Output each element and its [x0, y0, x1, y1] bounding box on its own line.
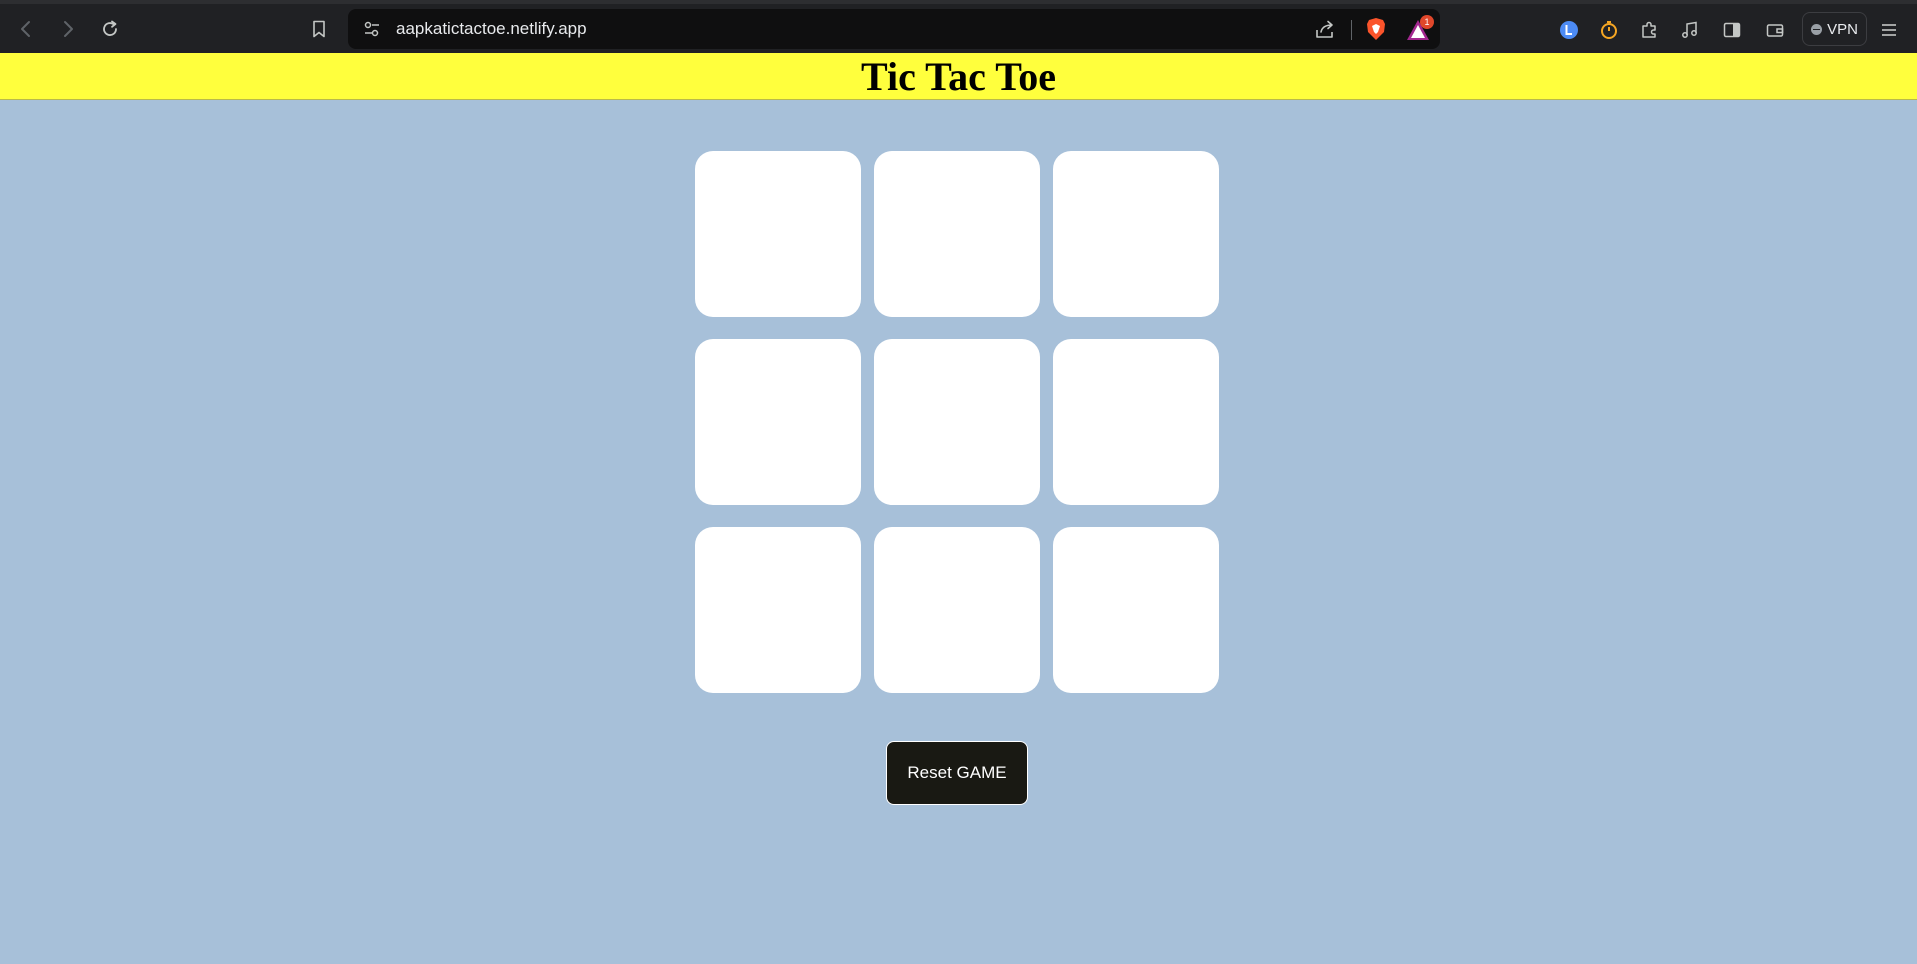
hamburger-menu-icon	[1882, 24, 1896, 36]
reload-icon	[103, 20, 117, 36]
board-cell-5[interactable]	[874, 339, 1040, 505]
reload-button[interactable]	[95, 14, 125, 44]
page-header: Tic Tac Toe	[0, 53, 1917, 100]
wallet-icon	[1766, 24, 1784, 37]
board-cell-4[interactable]	[695, 339, 861, 505]
back-button[interactable]	[11, 14, 41, 44]
game-board	[695, 151, 1220, 693]
share-icon[interactable]	[1314, 19, 1336, 41]
vpn-button[interactable]: VPN	[1802, 12, 1867, 46]
board-cell-3[interactable]	[1053, 151, 1219, 317]
media-button[interactable]	[1679, 19, 1701, 41]
bookmark-icon	[313, 20, 325, 38]
extension-l-icon	[1560, 21, 1578, 39]
brave-shields-icon[interactable]	[1365, 17, 1387, 41]
page-title: Tic Tac Toe	[861, 53, 1056, 99]
bookmark-button[interactable]	[304, 14, 334, 44]
stopwatch-icon	[1601, 21, 1617, 39]
board-cell-9[interactable]	[1053, 527, 1219, 693]
extension-l-button[interactable]	[1558, 19, 1580, 41]
sidebar-icon	[1723, 22, 1741, 38]
puzzle-icon	[1642, 21, 1656, 38]
back-arrow-icon	[21, 21, 30, 37]
vpn-label: VPN	[1827, 20, 1858, 38]
board-cell-1[interactable]	[695, 151, 861, 317]
menu-button[interactable]	[1878, 19, 1900, 41]
address-bar[interactable]: aapkatictactoe.netlify.app 1	[348, 9, 1440, 49]
url-text[interactable]: aapkatictactoe.netlify.app	[396, 9, 587, 49]
board-cell-2[interactable]	[874, 151, 1040, 317]
music-note-icon	[1682, 21, 1697, 38]
extensions-button[interactable]	[1638, 19, 1660, 41]
board-cell-6[interactable]	[1053, 339, 1219, 505]
vpn-status-icon	[1811, 23, 1823, 35]
site-settings-icon[interactable]	[362, 19, 382, 39]
reset-game-button[interactable]: Reset GAME	[886, 741, 1028, 805]
board-cell-7[interactable]	[695, 527, 861, 693]
url-separator	[1351, 20, 1352, 40]
rewards-badge: 1	[1420, 15, 1434, 29]
timer-extension-button[interactable]	[1598, 19, 1620, 41]
wallet-button[interactable]	[1764, 19, 1786, 41]
forward-arrow-icon	[64, 21, 73, 37]
sidebar-button[interactable]	[1721, 19, 1743, 41]
browser-toolbar: aapkatictactoe.netlify.app 1 VPN	[0, 0, 1917, 53]
forward-button[interactable]	[53, 14, 83, 44]
board-cell-8[interactable]	[874, 527, 1040, 693]
